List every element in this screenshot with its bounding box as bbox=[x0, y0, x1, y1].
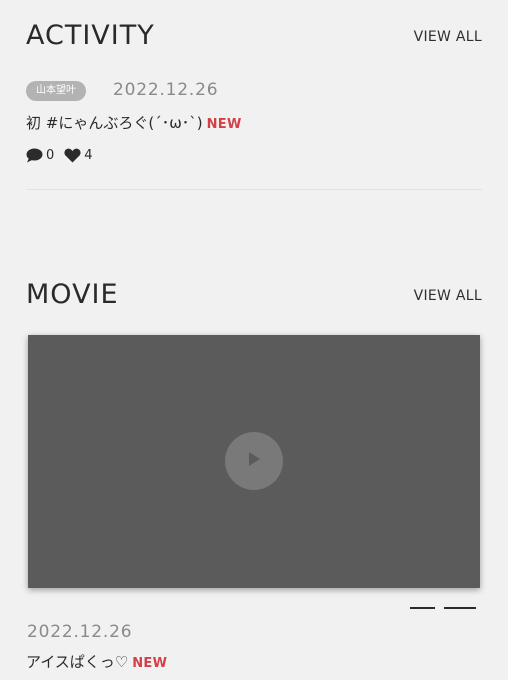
play-icon bbox=[246, 450, 262, 472]
pager-dot-2[interactable] bbox=[444, 607, 476, 609]
carousel-pager bbox=[401, 607, 476, 609]
comment-count: 0 bbox=[46, 147, 55, 163]
activity-post-stats: 0 4 bbox=[26, 146, 93, 164]
movie-view-all-link[interactable]: VIEW ALL bbox=[414, 287, 482, 305]
movie-new-badge: NEW bbox=[132, 656, 168, 671]
activity-post-date: 2022.12.26 bbox=[113, 80, 219, 100]
activity-post-title-text: 初 #にゃんぶろぐ(´･ω･`) bbox=[26, 114, 203, 132]
comment-stat[interactable]: 0 bbox=[26, 148, 54, 163]
movie-date: 2022.12.26 bbox=[27, 622, 133, 642]
like-stat[interactable]: 4 bbox=[64, 147, 93, 163]
author-badge[interactable]: 山本望叶 bbox=[26, 81, 86, 101]
section-divider bbox=[26, 189, 482, 190]
video-thumbnail[interactable] bbox=[28, 335, 480, 588]
pager-dot-1[interactable] bbox=[410, 607, 435, 609]
like-count: 4 bbox=[84, 147, 93, 163]
activity-section-title: ACTIVITY bbox=[26, 20, 155, 51]
activity-post-title[interactable]: 初 #にゃんぶろぐ(´･ω･`) NEW bbox=[26, 113, 242, 135]
movie-title[interactable]: アイスぱくっ♡ NEW bbox=[26, 652, 167, 674]
activity-view-all-link[interactable]: VIEW ALL bbox=[414, 28, 482, 46]
new-badge: NEW bbox=[206, 117, 242, 132]
movie-section-title: MOVIE bbox=[26, 279, 119, 310]
movie-title-text: アイスぱくっ♡ bbox=[26, 653, 129, 671]
heart-icon bbox=[64, 148, 81, 163]
speech-bubble-icon bbox=[26, 148, 43, 163]
play-button[interactable] bbox=[225, 432, 283, 490]
